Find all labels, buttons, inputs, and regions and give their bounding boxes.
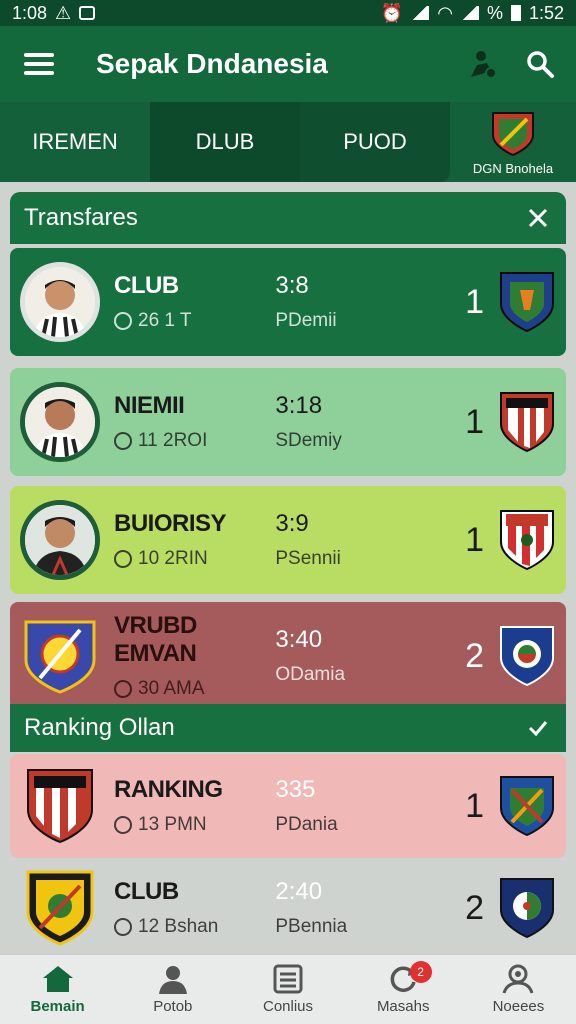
battery-icon	[510, 5, 521, 21]
nav-messages[interactable]: Masahs 2	[346, 955, 461, 1024]
transfers-header: Transfares	[10, 192, 566, 244]
ranking-title: Ranking Ollan	[24, 714, 175, 741]
card-meta: 26 1 T	[138, 310, 192, 331]
card-club: PSennii	[275, 548, 341, 569]
status-time-right: 1:52	[528, 2, 564, 23]
bottom-navigation: Bemain Potob Conlius Masahs 2 Noeees	[0, 954, 576, 1024]
player-avatar	[20, 262, 100, 342]
card-rank: 1	[465, 520, 484, 559]
ranking-header[interactable]: Ranking Ollan	[10, 704, 566, 752]
close-icon[interactable]	[524, 204, 552, 232]
nav-label: Masahs	[376, 998, 430, 1015]
card-rank: 2	[465, 636, 484, 675]
card-club: SDemiy	[275, 430, 342, 451]
card-meta: 11 2ROI	[138, 430, 208, 451]
card-score: 3:18	[275, 392, 323, 419]
home-icon	[42, 966, 73, 992]
club-crest-icon	[20, 616, 100, 696]
card-score: 3:40	[275, 626, 323, 653]
card-score: 3:9	[275, 510, 309, 537]
tab-dlub[interactable]: DLUB	[150, 102, 300, 182]
list-item[interactable]: RANKING 13 PMN 335 PDania 1	[10, 754, 566, 858]
nav-players[interactable]: Potob	[115, 955, 230, 1024]
signal-icon	[411, 6, 430, 20]
transfers-title: Transfares	[24, 204, 138, 231]
list-item[interactable]: CLUB 12 Bshan 2:40 PBennia 2	[10, 864, 566, 952]
card-title: RANKING	[114, 776, 223, 803]
player-avatar	[20, 382, 100, 462]
club-crest-icon	[500, 510, 554, 571]
notification-badge: 2	[409, 961, 432, 983]
club-crest-icon	[500, 272, 554, 333]
club-crest-icon	[20, 868, 100, 948]
tab-bar: IREMEN DLUB PUOD DGN Bnohela	[0, 102, 576, 182]
card-meta: 10 2RIN	[138, 548, 208, 569]
ball-icon	[114, 432, 132, 450]
card-score: 3:8	[275, 272, 309, 299]
card-rank: 1	[465, 786, 484, 825]
card-meta: 30 AMA	[138, 678, 205, 699]
hamburger-menu-icon[interactable]	[24, 53, 54, 75]
ball-icon	[114, 680, 132, 698]
card-meta: 12 Bshan	[138, 916, 219, 937]
card-title: CLUB	[114, 878, 179, 905]
ball-icon	[114, 918, 132, 936]
person-icon	[158, 966, 187, 994]
card-rank: 2	[465, 888, 484, 927]
tab-iremen[interactable]: IREMEN	[0, 102, 150, 182]
club-crest-icon	[492, 111, 534, 156]
nav-label: Noeees	[492, 998, 545, 1015]
percent-icon: %	[486, 2, 503, 23]
list-icon	[273, 964, 303, 994]
card-title: CLUB	[114, 272, 179, 299]
notification-icon	[79, 6, 96, 20]
status-time-left: 1:08	[12, 2, 48, 23]
card-score: 2:40	[275, 878, 323, 905]
tab-logo-caption: DGN Bnohela	[472, 160, 554, 176]
club-crest-icon	[500, 878, 554, 939]
club-crest-icon	[500, 392, 554, 453]
ball-icon	[114, 816, 132, 834]
card-club: PDania	[275, 814, 338, 835]
club-crest-icon	[500, 626, 554, 687]
list-item[interactable]: CLUB 26 1 T 3:8 PDemii 1	[10, 248, 566, 356]
card-rank: 1	[465, 282, 484, 321]
club-crest-icon	[500, 776, 554, 837]
alert-icon: ⚠	[55, 2, 72, 23]
nav-label: Bemain	[30, 998, 85, 1015]
tab-puod[interactable]: PUOD	[300, 102, 450, 182]
check-icon[interactable]	[524, 714, 552, 742]
nav-home[interactable]: Bemain	[0, 955, 115, 1024]
card-score: 335	[275, 776, 316, 803]
card-club: PDemii	[275, 310, 337, 331]
ball-player-icon[interactable]	[460, 42, 504, 86]
search-icon[interactable]	[518, 42, 562, 86]
player-avatar	[20, 500, 100, 580]
card-title: BUIORISY	[114, 510, 227, 537]
list-item[interactable]: VRUBD EMVAN 30 AMA 3:40 ODamia 2	[10, 602, 566, 710]
card-title: NIEMII	[114, 392, 185, 419]
app-title: Sepak Dndanesia	[96, 48, 328, 79]
nav-label: Conlius	[262, 998, 314, 1015]
card-rank: 1	[465, 402, 484, 441]
app-bar: Sepak Dndanesia	[0, 26, 576, 102]
alarm-icon: ⏰	[380, 2, 404, 23]
nav-notes[interactable]: Noeees	[461, 955, 576, 1024]
list-item[interactable]: BUIORISY 10 2RIN 3:9 PSennii 1	[10, 486, 566, 594]
status-bar: 1:08 ⚠ ⏰ ◠ % 1:52	[0, 0, 576, 26]
signal-icon-2	[460, 6, 479, 20]
tab-club-logo[interactable]: DGN Bnohela	[450, 102, 576, 182]
club-crest-icon	[20, 766, 100, 846]
card-title: VRUBD EMVAN	[114, 612, 197, 667]
nav-contents[interactable]: Conlius	[230, 955, 345, 1024]
card-club: PBennia	[275, 916, 348, 937]
ball-icon	[114, 550, 132, 568]
profile-icon	[502, 964, 534, 994]
wifi-icon: ◠	[437, 2, 453, 23]
ball-icon	[114, 312, 132, 330]
list-item[interactable]: NIEMII 11 2ROI 3:18 SDemiy 1	[10, 368, 566, 476]
card-meta: 13 PMN	[138, 814, 207, 835]
card-club: ODamia	[275, 664, 346, 685]
nav-label: Potob	[153, 998, 193, 1015]
